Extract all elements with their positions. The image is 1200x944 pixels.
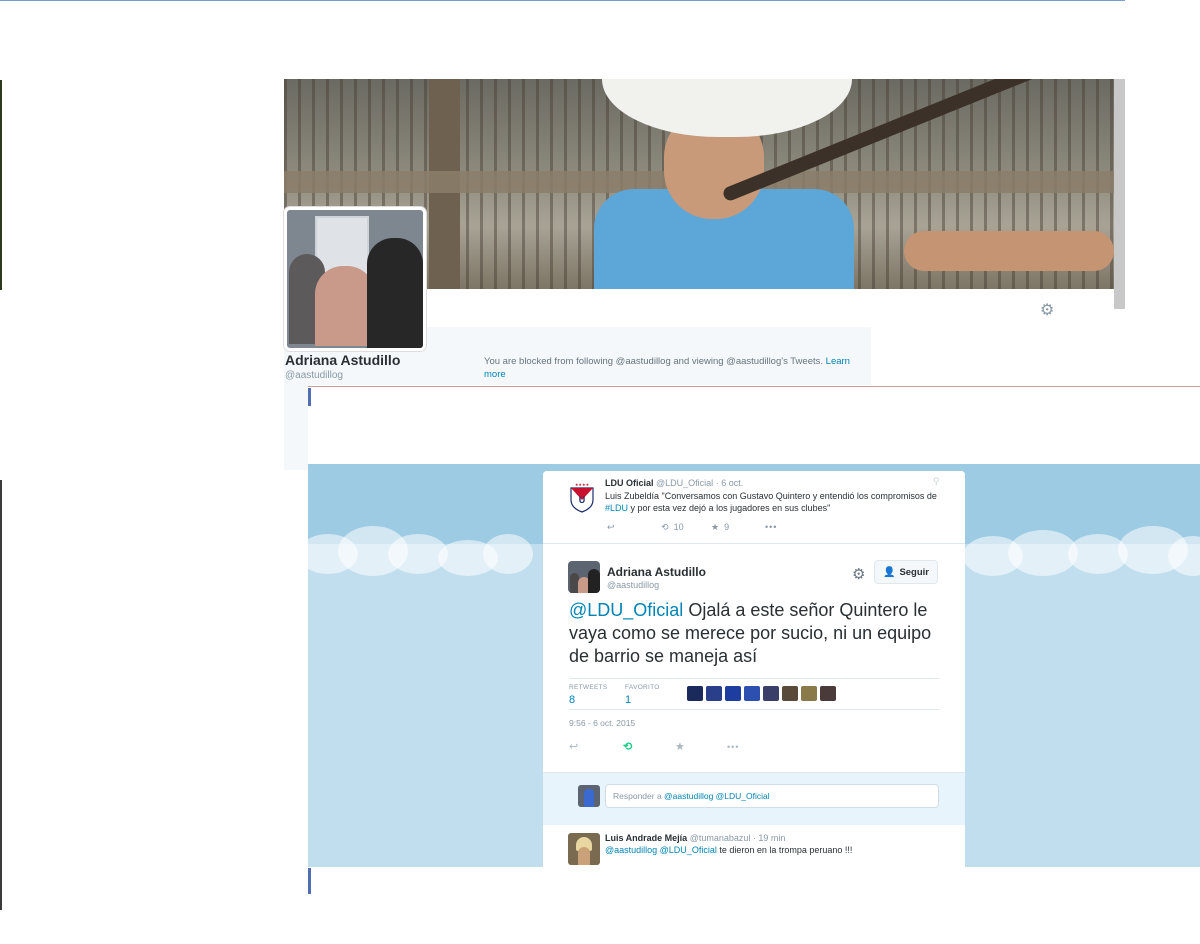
window-edge-mark — [308, 388, 311, 406]
hashtag-link[interactable]: #LDU — [605, 503, 628, 513]
add-user-icon: 👤 — [882, 566, 896, 578]
favorites-label: FAVORITO — [625, 684, 660, 691]
author-name[interactable]: Adriana Astudillo — [607, 565, 706, 579]
tweet-detail-panel: ★★★★ U LDU Oficial @LDU_Oficial · 6 oct.… — [543, 471, 965, 867]
avatar[interactable] — [568, 561, 600, 593]
author-handle[interactable]: @LDU_Oficial — [656, 478, 713, 488]
gear-icon[interactable]: ⚙ — [1040, 300, 1054, 320]
tweet-author: LDU Oficial @LDU_Oficial · 6 oct. — [605, 478, 743, 488]
tweet-time[interactable]: · 19 min — [753, 833, 786, 843]
tweet-stats: RETWEETS 8 FAVORITO 1 — [569, 678, 939, 710]
tweet-text: Luis Zubeldía "Conversamos con Gustavo Q… — [605, 491, 937, 513]
tweet-time[interactable]: · 6 oct. — [716, 478, 744, 488]
retweet-action[interactable]: ⟲ 10 — [661, 522, 684, 533]
mention-link[interactable]: @LDU_Oficial — [569, 600, 683, 620]
profile-sidebar-strip — [284, 385, 308, 470]
divider — [308, 386, 1200, 387]
tweet-actions: ↩ ⟲ ★ ••• — [569, 740, 939, 760]
parent-tweet[interactable]: ★★★★ U LDU Oficial @LDU_Oficial · 6 oct.… — [543, 471, 965, 544]
retweets-label: RETWEETS — [569, 684, 608, 691]
left-edge-strip — [0, 80, 2, 290]
author-handle[interactable]: @tumanabazul — [690, 833, 751, 843]
star-icon[interactable]: ★ — [675, 740, 685, 753]
profile-avatar[interactable] — [284, 207, 426, 351]
mention-link[interactable]: @aastudillog @LDU_Oficial — [605, 845, 717, 855]
avatar[interactable] — [820, 686, 836, 701]
location-pin-icon: ⚲ — [933, 476, 940, 486]
avatar[interactable] — [782, 686, 798, 701]
reply-input[interactable]: Responder a @aastudillog @LDU_Oficial — [605, 784, 939, 808]
reply-icon[interactable]: ↩ — [607, 522, 615, 533]
left-edge-strip-lower — [0, 480, 2, 910]
top-border-line — [0, 0, 1125, 1]
profile-name[interactable]: Adriana Astudillo — [285, 352, 400, 368]
reply-icon[interactable]: ↩ — [569, 740, 578, 753]
avatar[interactable] — [687, 686, 703, 701]
profile-handle[interactable]: @aastudillog — [285, 370, 343, 381]
tweet-author: Luis Andrade Mejía @tumanabazul · 19 min — [605, 833, 785, 843]
window-edge-mark — [308, 868, 311, 894]
avatar[interactable] — [568, 833, 600, 865]
author-name[interactable]: LDU Oficial — [605, 478, 654, 488]
more-icon[interactable]: ••• — [765, 522, 777, 532]
avatar — [578, 785, 600, 807]
gear-icon[interactable]: ⚙ — [852, 565, 865, 583]
tweet-text: @aastudillog @LDU_Oficial te dieron en l… — [605, 845, 853, 855]
retweets-count[interactable]: 8 — [569, 694, 575, 706]
avatar[interactable] — [763, 686, 779, 701]
star-icon: ★ — [711, 522, 720, 532]
blocked-message: You are blocked from following @aastudil… — [484, 356, 850, 380]
favorites-count[interactable]: 1 — [625, 694, 631, 706]
reply-tweet[interactable]: Luis Andrade Mejía @tumanabazul · 19 min… — [543, 825, 965, 867]
tweet-text: @LDU_Oficial Ojalá a este señor Quintero… — [569, 600, 932, 666]
avatar[interactable] — [725, 686, 741, 701]
favorite-count: 9 — [724, 522, 730, 532]
follow-button[interactable]: 👤 Seguir — [874, 560, 938, 584]
retweet-count: 10 — [673, 522, 684, 532]
retweeter-avatars — [687, 686, 836, 701]
retweet-icon[interactable]: ⟲ — [623, 740, 632, 753]
retweet-icon: ⟲ — [661, 522, 669, 532]
author-name[interactable]: Luis Andrade Mejía — [605, 833, 687, 843]
avatar[interactable] — [801, 686, 817, 701]
svg-text:★★★★: ★★★★ — [575, 482, 590, 487]
favorite-action[interactable]: ★ 9 — [711, 522, 729, 533]
more-icon[interactable]: ••• — [727, 742, 739, 752]
reply-box: Responder a @aastudillog @LDU_Oficial — [543, 772, 965, 826]
svg-text:U: U — [579, 495, 586, 505]
main-tweet: Adriana Astudillo @aastudillog ⚙ 👤 Seguir… — [543, 544, 965, 772]
scrollbar[interactable] — [1114, 79, 1125, 309]
avatar[interactable] — [744, 686, 760, 701]
avatar[interactable] — [706, 686, 722, 701]
ldu-logo-icon[interactable]: ★★★★ U — [568, 481, 596, 513]
tweet-timestamp[interactable]: 9:56 - 6 oct. 2015 — [569, 718, 635, 728]
author-handle[interactable]: @aastudillog — [607, 580, 659, 590]
